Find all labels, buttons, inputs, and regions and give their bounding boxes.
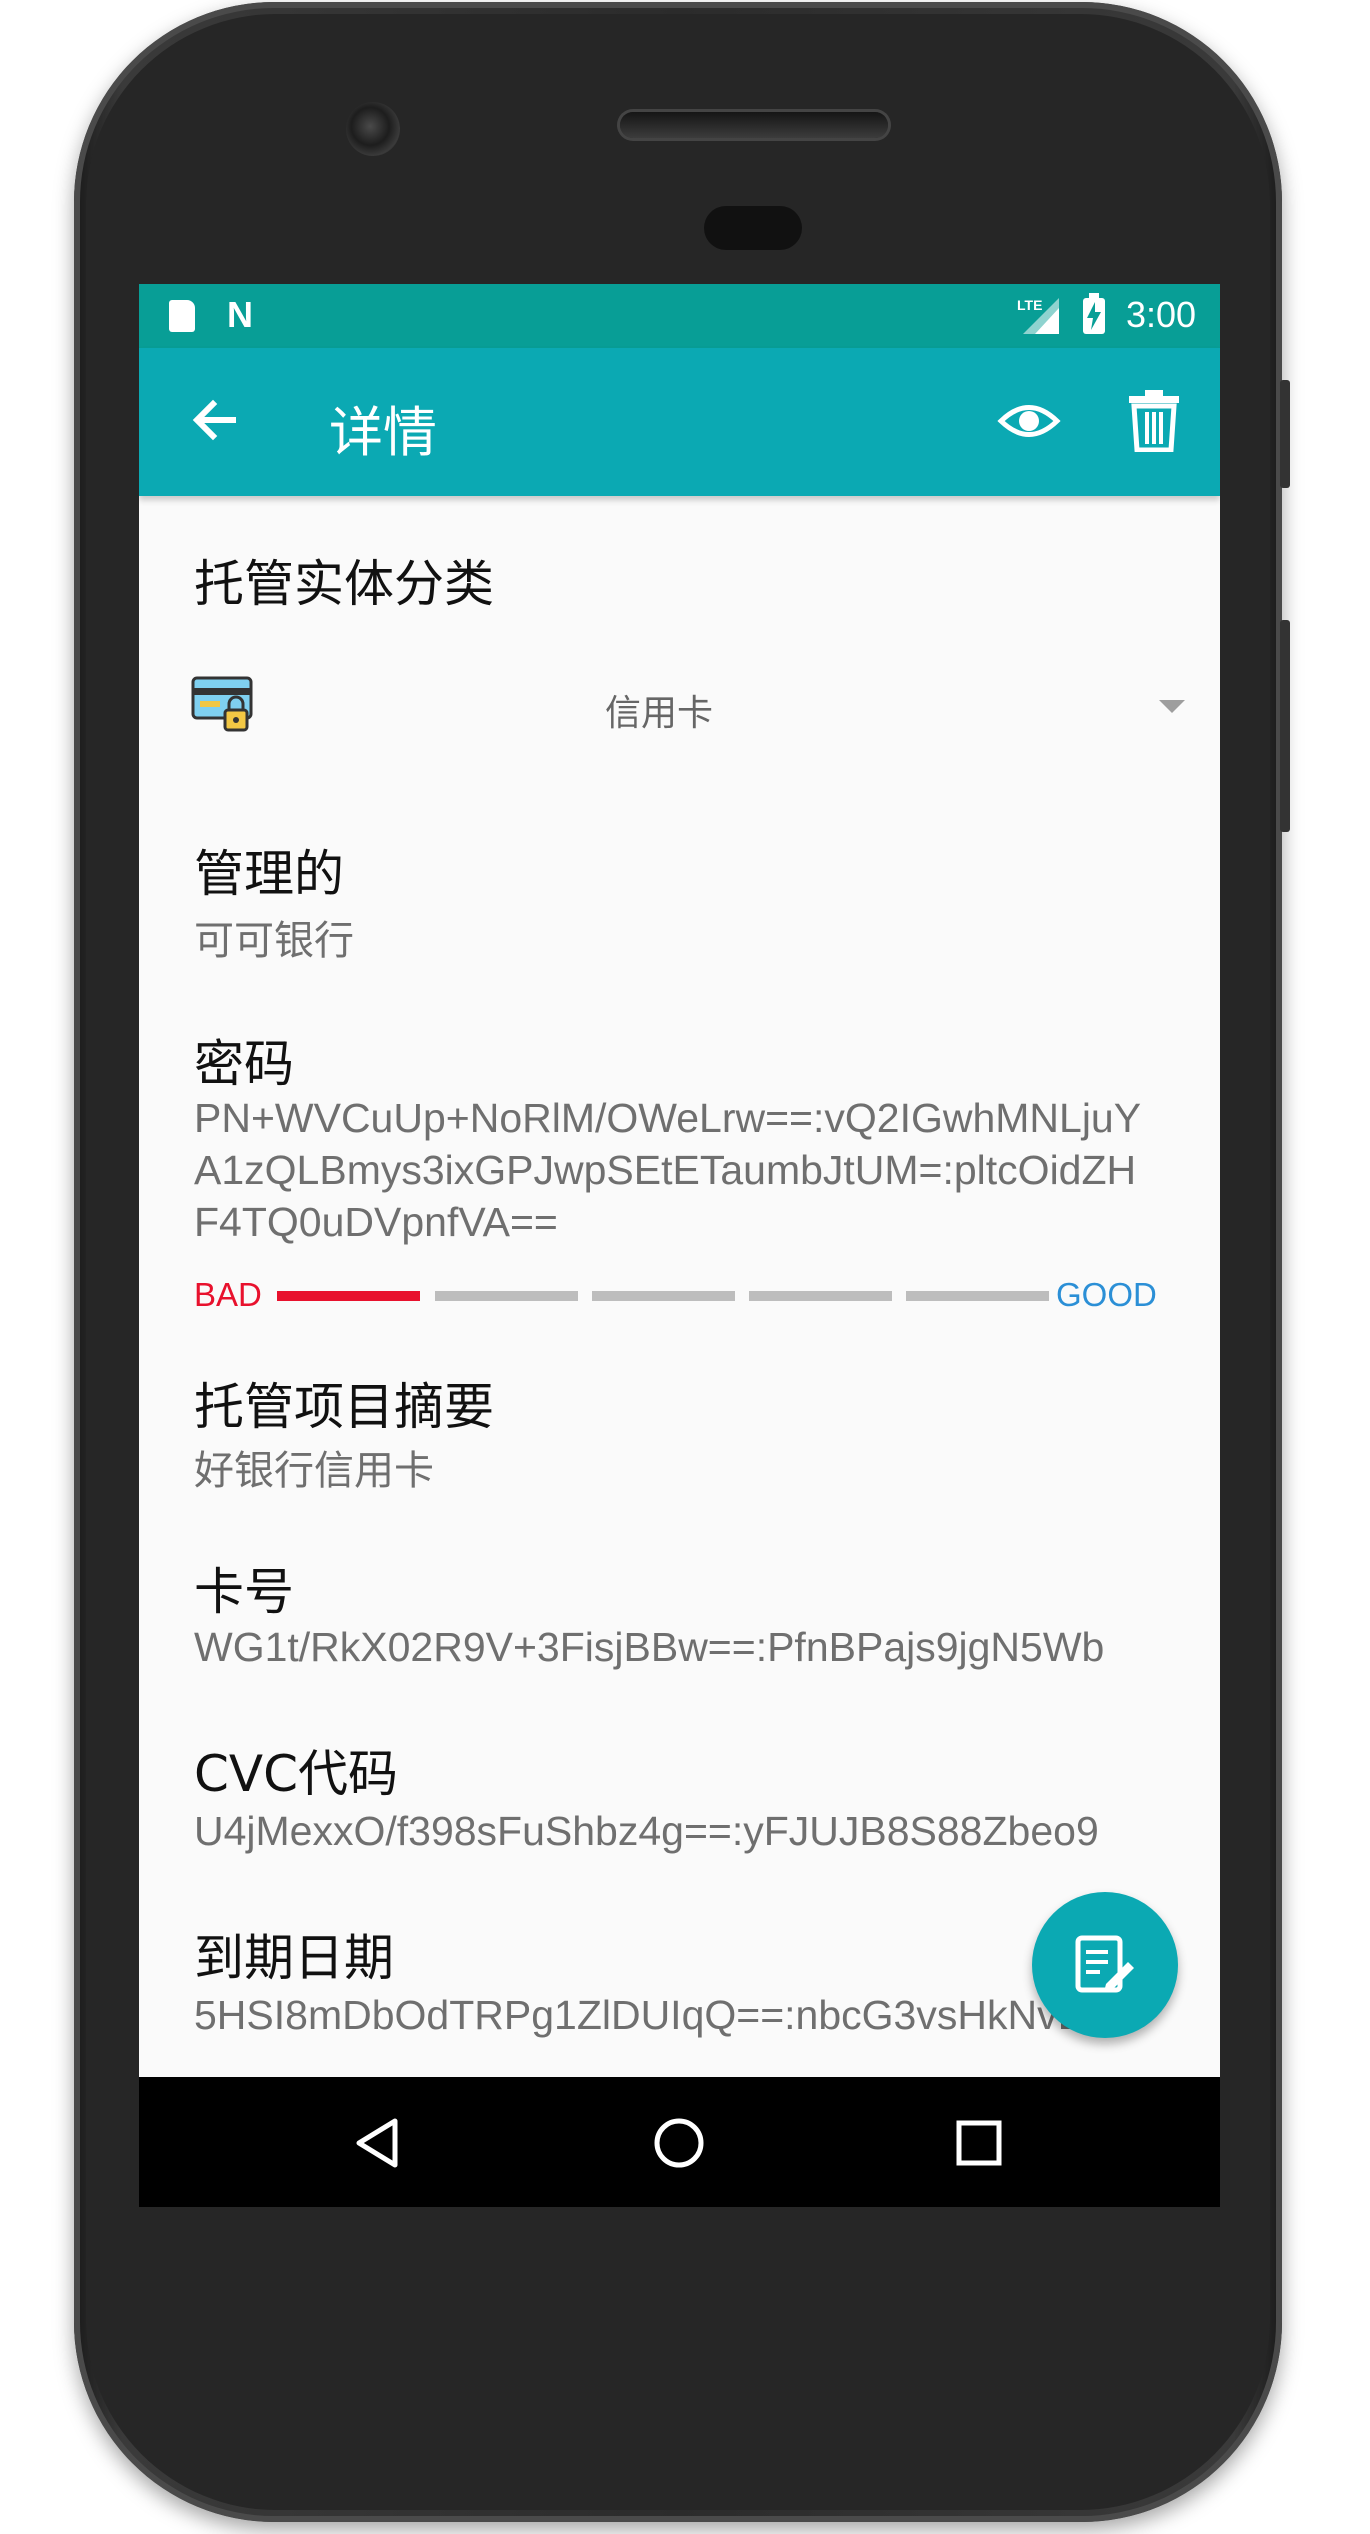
earpiece-speaker bbox=[620, 112, 888, 138]
cvc-value: U4jMexxO/f398sFuShbz4g==:yFJUJB8S88Zbeo9 bbox=[194, 1808, 1099, 1854]
cvc-label: CVC代码 bbox=[194, 1745, 399, 1803]
summary-label: 托管项目摘要 bbox=[194, 1378, 494, 1436]
edit-note-icon bbox=[1075, 1935, 1134, 1993]
managed-by-value: 可可银行 bbox=[194, 918, 354, 964]
password-label: 密码 bbox=[194, 1035, 294, 1093]
chevron-down-icon bbox=[1159, 700, 1185, 713]
card-number-value: WG1t/RkX02R9V+3FisjBBw==:PfnBPajs9jgN5Wb bbox=[194, 1624, 1105, 1670]
circle-home-icon[interactable] bbox=[651, 2115, 707, 2171]
battery-charging-icon bbox=[1083, 293, 1105, 334]
square-recents-icon[interactable] bbox=[951, 2115, 1007, 2171]
strength-segment bbox=[435, 1291, 578, 1301]
status-bar: N LTE 3:00 bbox=[139, 284, 1220, 348]
power-button bbox=[1280, 380, 1290, 488]
edit-fab-button[interactable] bbox=[1032, 1892, 1178, 2038]
strength-bad-label: BAD bbox=[194, 1276, 262, 1313]
category-selected-value: 信用卡 bbox=[605, 693, 714, 734]
strength-segment bbox=[906, 1291, 1049, 1301]
expiry-label: 到期日期 bbox=[194, 1929, 394, 1987]
app-bar: 详情 bbox=[139, 348, 1220, 496]
arrow-left-icon[interactable] bbox=[185, 390, 245, 450]
nfc-icon: N bbox=[227, 294, 253, 335]
strength-segment bbox=[277, 1291, 420, 1301]
front-camera bbox=[346, 102, 400, 156]
svg-text:LTE: LTE bbox=[1017, 297, 1042, 313]
status-time: 3:00 bbox=[1126, 294, 1197, 335]
strength-segment bbox=[592, 1291, 735, 1301]
managed-by-label: 管理的 bbox=[194, 845, 344, 903]
strength-good-label: GOOD bbox=[1056, 1276, 1157, 1313]
password-strength-meter: BAD GOOD bbox=[194, 1276, 1174, 1316]
signal-lte-icon: LTE bbox=[1017, 297, 1059, 334]
screen: N LTE 3:00 详情 托管实体分类 信用卡 管理的 可可银行 密码 PN+… bbox=[139, 284, 1220, 2207]
trash-icon[interactable] bbox=[1127, 388, 1181, 452]
page-title: 详情 bbox=[329, 401, 437, 464]
eye-icon[interactable] bbox=[997, 394, 1061, 448]
proximity-sensor bbox=[704, 206, 802, 250]
card-number-label: 卡号 bbox=[194, 1563, 294, 1621]
triangle-back-icon[interactable] bbox=[351, 2115, 407, 2171]
system-nav-bar bbox=[139, 2077, 1220, 2207]
sd-card-icon bbox=[169, 300, 195, 332]
strength-segment bbox=[749, 1291, 892, 1301]
expiry-value: 5HSI8mDbOdTRPg1ZlDUIqQ==:nbcG3vsHkNvBrl bbox=[194, 1992, 1108, 2038]
credit-card-lock-icon bbox=[191, 676, 253, 732]
volume-button bbox=[1280, 620, 1290, 832]
summary-value: 好银行信用卡 bbox=[194, 1448, 434, 1494]
password-value: PN+WVCuUp+NoRlM/OWeLrw==:vQ2IGwhMNLjuYA1… bbox=[194, 1095, 1142, 1245]
category-label: 托管实体分类 bbox=[194, 555, 494, 613]
